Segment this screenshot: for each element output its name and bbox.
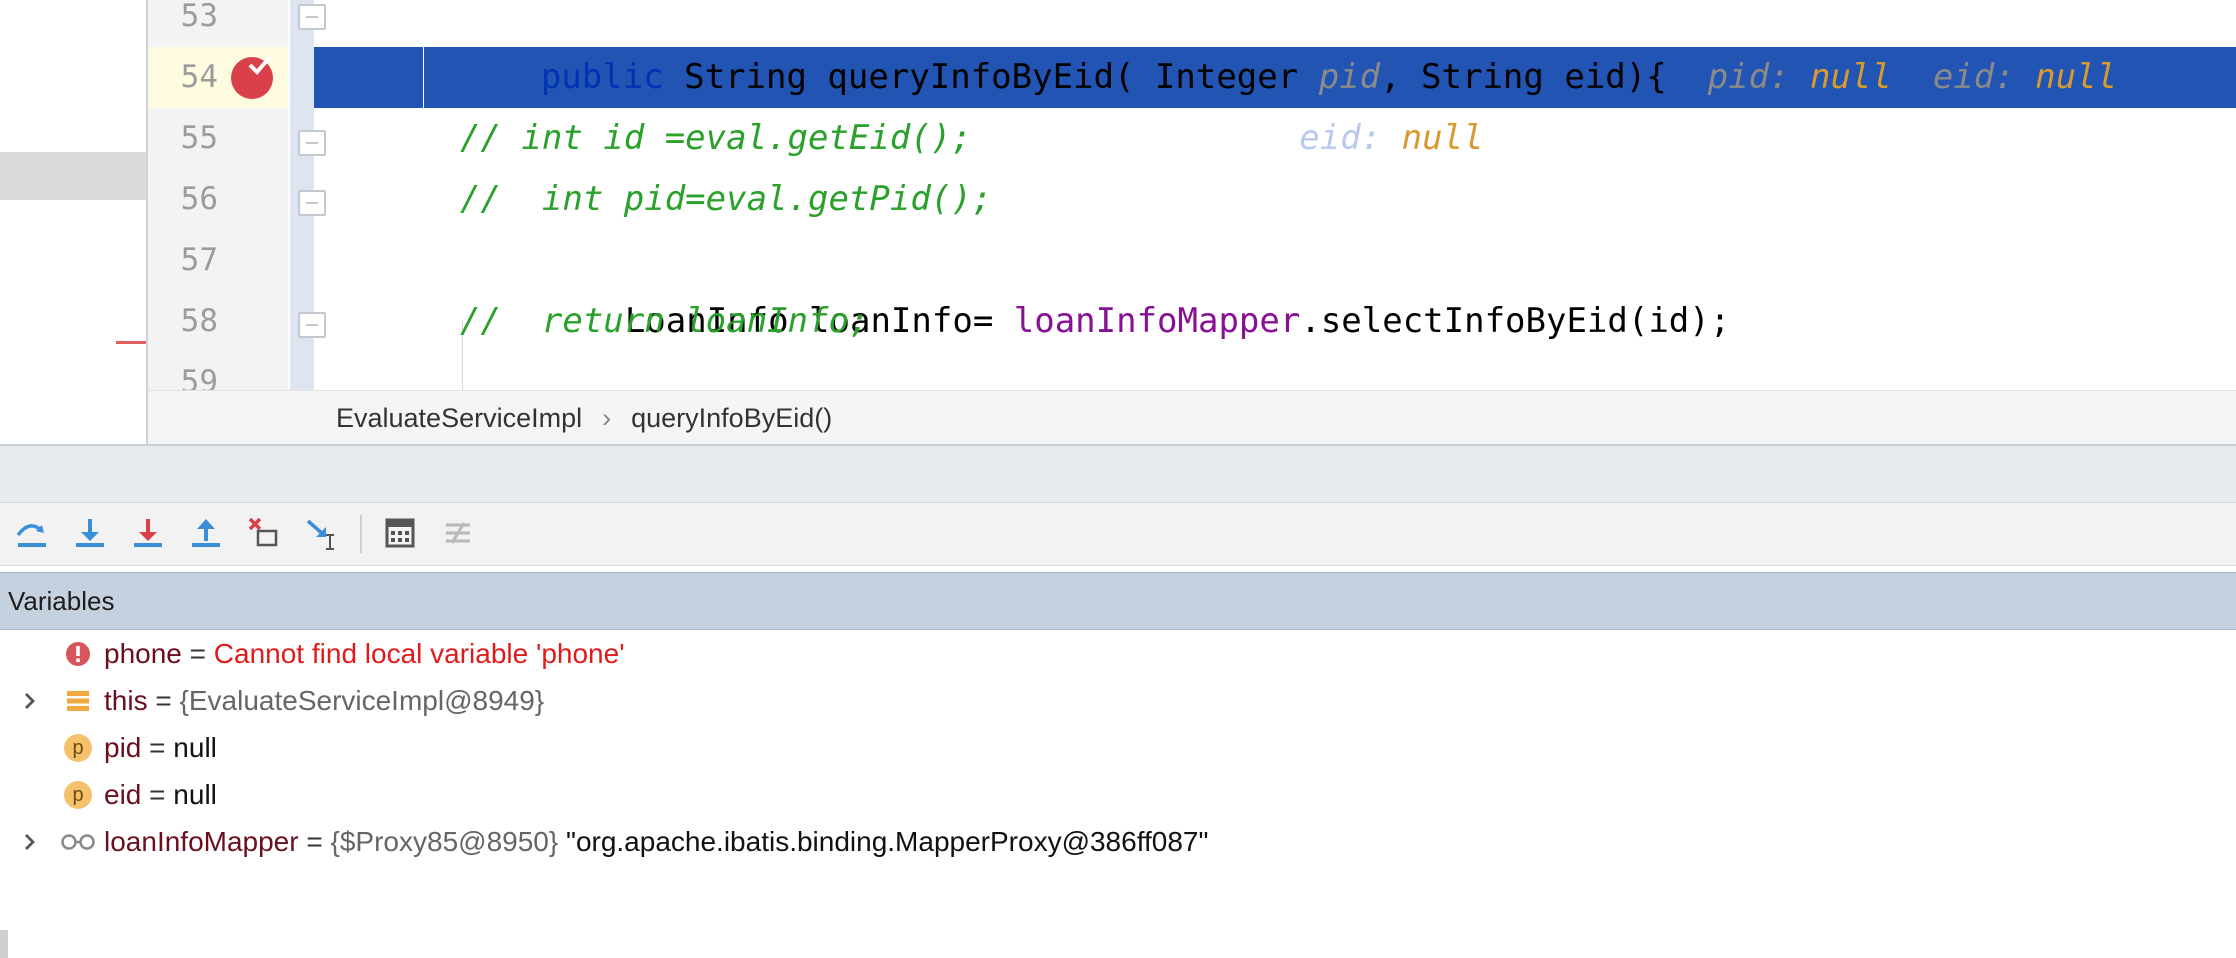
breadcrumb-separator: › bbox=[602, 402, 612, 433]
variable-row[interactable]: this = {EvaluateServiceImpl@8949} bbox=[0, 677, 2236, 724]
code-line-58: // return loanInfo; bbox=[460, 301, 870, 341]
chevron-right-icon[interactable] bbox=[18, 689, 42, 713]
inline-hint-name: pid: bbox=[1707, 57, 1810, 97]
inline-hint-value: null bbox=[1401, 118, 1484, 158]
inline-hint-name: eid: bbox=[1891, 57, 2036, 97]
watch-glasses-icon bbox=[61, 834, 95, 850]
line-number: 57 bbox=[180, 242, 218, 278]
breakpoint-check-icon bbox=[248, 55, 272, 75]
variable-ref: {$Proxy85@8950} bbox=[330, 826, 559, 857]
inline-hint-value: null bbox=[2035, 57, 2118, 97]
error-icon bbox=[66, 642, 90, 666]
variable-name: this bbox=[104, 685, 148, 716]
breadcrumb: EvaluateServiceImpl › queryInfoByEid() bbox=[148, 390, 2236, 445]
step-out-icon[interactable] bbox=[186, 513, 226, 553]
code-editor[interactable]: 53 54 55 56 57 58 59 public String query… bbox=[0, 0, 2236, 445]
code-line-54: Integer id =Integer.valueOf(eid); eid: n… bbox=[582, 118, 1484, 158]
code-line-55: // int id =eval.getEid(); bbox=[460, 118, 972, 158]
variables-title: Variables bbox=[8, 586, 115, 616]
variable-name: phone bbox=[104, 638, 182, 669]
line-number: 55 bbox=[180, 120, 218, 156]
line-number: 56 bbox=[180, 181, 218, 217]
inline-hint-value: null bbox=[1809, 57, 1892, 97]
breadcrumb-class[interactable]: EvaluateServiceImpl bbox=[336, 403, 582, 434]
variable-row[interactable]: loanInfoMapper = {$Proxy85@8950} "org.ap… bbox=[0, 818, 2236, 865]
run-to-cursor-icon[interactable] bbox=[302, 513, 342, 553]
toolbar-separator bbox=[360, 515, 362, 553]
variable-value: null bbox=[173, 779, 217, 810]
step-over-icon[interactable] bbox=[12, 513, 52, 553]
left-side-panel bbox=[0, 0, 146, 444]
variable-name: loanInfoMapper bbox=[104, 826, 299, 857]
debug-tool-window-header bbox=[0, 444, 2236, 504]
variable-value: {EvaluateServiceImpl@8949} bbox=[179, 685, 545, 716]
variables-tree[interactable]: phone = Cannot find local variable 'phon… bbox=[0, 630, 2236, 958]
variable-row[interactable]: phone = Cannot find local variable 'phon… bbox=[0, 630, 2236, 677]
variable-row[interactable]: p eid = null bbox=[0, 771, 2236, 818]
evaluate-expression-icon[interactable] bbox=[380, 513, 420, 553]
field-icon bbox=[67, 691, 89, 711]
code-text-area[interactable]: public String queryInfoByEid( Integer pi… bbox=[314, 0, 2236, 390]
code-line-53: public String queryInfoByEid( Integer pi… bbox=[540, 57, 2118, 97]
variable-value: "org.apache.ibatis.binding.MapperProxy@3… bbox=[558, 826, 1209, 857]
scrollbar[interactable] bbox=[0, 930, 8, 958]
parameter-icon: p bbox=[64, 734, 92, 762]
code-line-57: LoanInfo loanInfo= loanInfoMapper.select… bbox=[624, 301, 1731, 341]
variable-row[interactable]: p pid = null bbox=[0, 724, 2236, 771]
variable-name: pid bbox=[104, 732, 142, 763]
line-number: 58 bbox=[180, 303, 218, 339]
line-number: 54 bbox=[180, 59, 218, 95]
trace-stream-icon[interactable] bbox=[438, 513, 478, 553]
variables-panel-header: Variables bbox=[0, 572, 2236, 630]
variable-value: null bbox=[173, 732, 217, 763]
variable-value: Cannot find local variable 'phone' bbox=[213, 638, 625, 669]
code-line-56: // int pid=eval.getPid(); bbox=[460, 179, 993, 219]
inline-hint-name: eid: bbox=[1299, 118, 1402, 158]
left-panel-selection bbox=[0, 152, 146, 200]
force-step-into-icon[interactable] bbox=[128, 513, 168, 553]
chevron-right-icon[interactable] bbox=[18, 830, 42, 854]
breadcrumb-method[interactable]: queryInfoByEid() bbox=[631, 403, 832, 434]
line-number: 53 bbox=[180, 0, 218, 34]
debug-toolbar bbox=[0, 502, 2236, 566]
step-into-icon[interactable] bbox=[70, 513, 110, 553]
left-panel-marker bbox=[116, 341, 146, 344]
drop-frame-icon[interactable] bbox=[244, 513, 284, 553]
variable-name: eid bbox=[104, 779, 142, 810]
parameter-icon: p bbox=[64, 781, 92, 809]
